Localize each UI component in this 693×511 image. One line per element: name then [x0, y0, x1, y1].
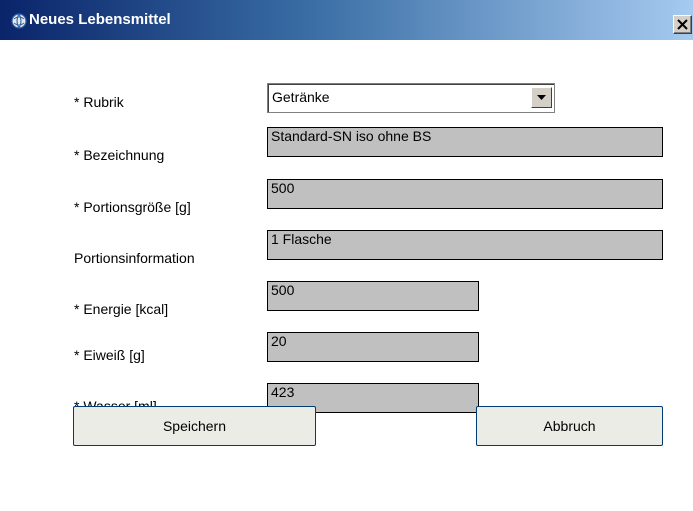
energie-label: * Energie [kcal]	[74, 301, 169, 317]
chevron-down-icon	[537, 95, 546, 100]
title-bar[interactable]: Neues Lebensmittel	[0, 0, 693, 40]
portionsgroesse-value: 500	[271, 180, 295, 196]
eiweiss-label: * Eiweiß [g]	[74, 347, 145, 363]
close-icon	[677, 19, 688, 30]
rubrik-label: * Rubrik	[74, 94, 124, 110]
bezeichnung-field[interactable]: Standard-SN iso ohne BS	[267, 127, 663, 157]
cancel-button[interactable]: Abbruch	[476, 406, 663, 446]
window-title: Neues Lebensmittel	[29, 11, 171, 28]
portionsinformation-value: 1 Flasche	[271, 231, 332, 247]
rubrik-dropdown-button[interactable]	[531, 87, 552, 108]
close-button[interactable]	[673, 15, 692, 34]
eiweiss-value: 20	[271, 333, 287, 349]
energie-value: 500	[271, 282, 295, 298]
eiweiss-field[interactable]: 20	[267, 332, 479, 362]
bezeichnung-value: Standard-SN iso ohne BS	[271, 128, 432, 144]
portionsgroesse-label: * Portionsgröße [g]	[74, 199, 191, 215]
rubrik-select[interactable]: Getränke	[267, 83, 555, 113]
portionsinformation-label: Portionsinformation	[74, 250, 195, 266]
energie-field[interactable]: 500	[267, 281, 479, 311]
app-globe-icon	[11, 13, 27, 29]
save-button[interactable]: Speichern	[73, 406, 316, 446]
wasser-value: 423	[271, 384, 295, 400]
rubrik-select-value: Getränke	[272, 89, 330, 105]
portionsinformation-field[interactable]: 1 Flasche	[267, 230, 663, 260]
portionsgroesse-field[interactable]: 500	[267, 179, 663, 209]
bezeichnung-label: * Bezeichnung	[74, 147, 165, 163]
